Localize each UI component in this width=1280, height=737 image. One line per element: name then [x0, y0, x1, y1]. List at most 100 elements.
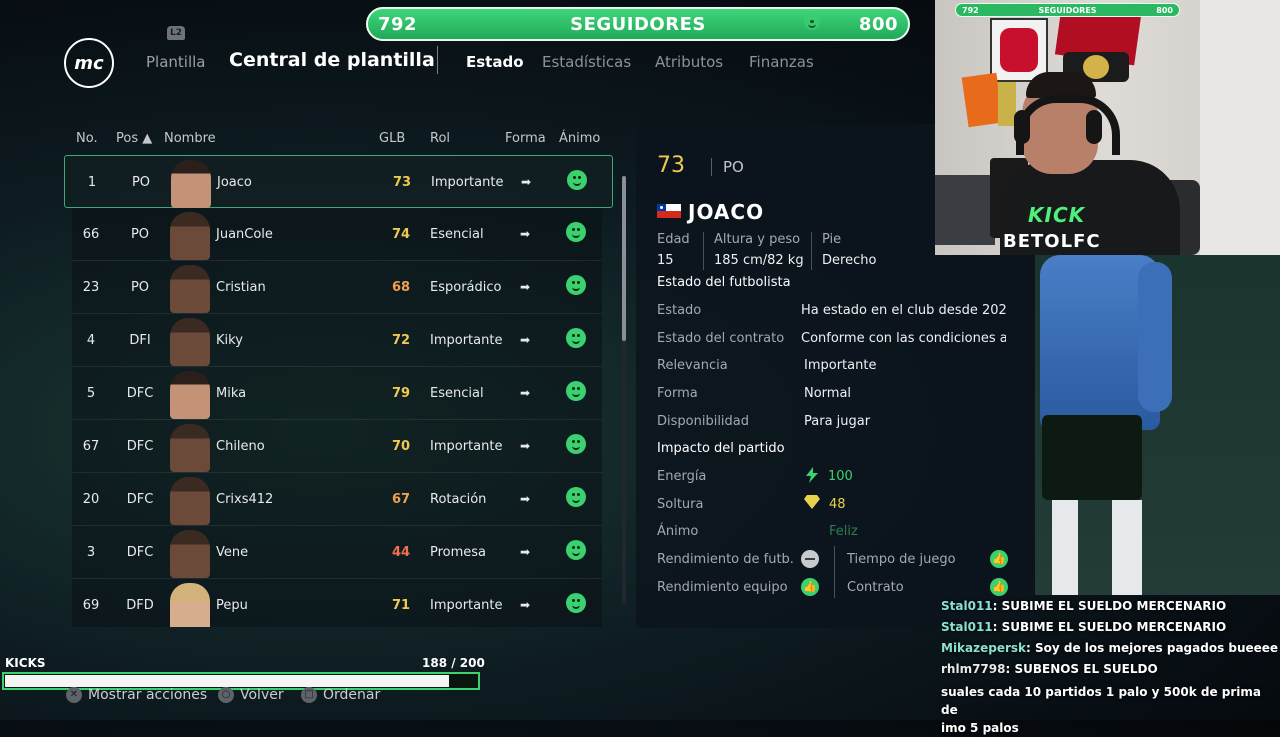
table-row[interactable]: 3 DFC Vene 44 Promesa ➡ [72, 526, 602, 579]
kicks-current: 188 [422, 656, 448, 670]
diamond-icon [804, 495, 820, 509]
detail-player-name: JOACO [688, 200, 765, 224]
player-avatar [170, 583, 210, 627]
chile-flag-icon [657, 204, 681, 218]
chat-user: Mikazepersk [941, 641, 1027, 655]
player-model-leg [1112, 500, 1142, 595]
column-header-animo[interactable]: Ánimo [559, 131, 600, 146]
form-arrow-icon: ➡ [520, 386, 531, 400]
table-scrollbar-thumb[interactable] [622, 176, 626, 341]
chat-scrolling-line: suales cada 10 partidos 1 palo y 500k de… [941, 685, 1262, 717]
chat-text: : Soy de los mejores pagados bueeee [1026, 641, 1279, 655]
player-position: PO [130, 280, 150, 295]
player-model-arm [1138, 262, 1172, 412]
happy-mood-icon [567, 170, 587, 190]
player-position: DFC [126, 439, 154, 454]
webcam-poster-frame [990, 18, 1048, 82]
player-role: Importante [430, 333, 503, 348]
column-header-name[interactable]: Nombre [164, 131, 216, 146]
table-row[interactable]: 4 DFI Kiky 72 Importante ➡ [72, 314, 602, 367]
availability-value: Para jugar [804, 414, 871, 429]
kick-logo: KICK [1028, 203, 1086, 227]
kicks-total: / 200 [451, 656, 485, 670]
player-model-leg [1052, 500, 1078, 595]
player-model-shorts [1042, 415, 1142, 500]
detail-divider [711, 158, 712, 176]
nav-plantilla[interactable]: Plantilla [146, 53, 206, 71]
player-avatar [171, 160, 211, 208]
mini-followers-label: SEGUIDORES [1038, 5, 1097, 15]
tab-finanzas[interactable]: Finanzas [749, 53, 814, 71]
column-header-rol[interactable]: Rol [430, 131, 450, 146]
form-arrow-icon: ➡ [520, 492, 531, 506]
mini-followers-current: 792 [962, 5, 979, 15]
tab-estadisticas[interactable]: Estadísticas [542, 53, 631, 71]
show-actions-button[interactable]: ✕ Mostrar acciones [66, 687, 207, 703]
headphone-earcup [1086, 110, 1102, 144]
player-rating: 73 [392, 175, 412, 190]
player-name: Cristian [216, 280, 266, 295]
nav-divider [437, 46, 438, 74]
headphones-icon [1016, 95, 1120, 155]
player-avatar [170, 530, 210, 578]
player-name: Mika [216, 386, 247, 401]
squad-table: 1 PO Joaco 73 Importante ➡ 66 PO JuanCol… [64, 155, 613, 627]
l2-button-icon: L2 [167, 26, 185, 40]
form-value: Normal [804, 386, 852, 401]
happy-mood-icon [566, 593, 586, 613]
relevance-label: Relevancia [657, 358, 728, 373]
football-performance-label: Rendimiento de futb. [657, 552, 794, 567]
chat-text: : SUBENOS EL SUELDO [1005, 662, 1158, 676]
player-name: Crixs412 [216, 492, 274, 507]
player-number: 20 [82, 492, 100, 507]
player-position: DFI [129, 333, 151, 348]
player-position: PO [130, 227, 150, 242]
square-button-icon: □ [301, 687, 317, 703]
circle-button-icon: ○ [218, 687, 234, 703]
table-row[interactable]: 20 DFC Crixs412 67 Rotación ➡ [72, 473, 602, 526]
table-row[interactable]: 1 PO Joaco 73 Importante ➡ [64, 155, 613, 208]
chat-text: : SUBIME EL SUELDO MERCENARIO [992, 599, 1227, 613]
neutral-minus-icon [801, 550, 819, 568]
height-weight-label: Altura y peso [714, 232, 801, 247]
followers-label: SEGUIDORES [570, 13, 706, 35]
form-label: Forma [657, 386, 698, 401]
player-role: Esencial [430, 227, 484, 242]
player-role: Promesa [430, 545, 487, 560]
back-button[interactable]: ○ Volver [218, 687, 284, 703]
player-number: 23 [82, 280, 100, 295]
column-header-no[interactable]: No. [76, 131, 98, 146]
happy-mood-icon [566, 434, 586, 454]
stat-divider [811, 232, 812, 270]
detail-rating: 73 [657, 153, 685, 178]
happy-mood-icon [566, 381, 586, 401]
happy-mood-icon [566, 540, 586, 560]
table-row[interactable]: 5 DFC Mika 79 Esencial ➡ [72, 367, 602, 420]
page-title: Central de plantilla [229, 49, 435, 71]
detail-position: PO [723, 158, 744, 176]
thumbs-up-icon: 👍 [990, 550, 1008, 568]
relevance-value: Importante [804, 358, 877, 373]
chat-message: Stal011: SUBIME EL SUELDO MERCENARIO [941, 596, 1280, 617]
stat-divider [703, 232, 704, 270]
column-header-forma[interactable]: Forma [505, 131, 546, 146]
sort-button[interactable]: □ Ordenar [301, 687, 380, 703]
playing-time-label: Tiempo de juego [847, 552, 956, 567]
happy-mood-icon [566, 275, 586, 295]
player-rating: 44 [391, 545, 411, 560]
tab-atributos[interactable]: Atributos [655, 53, 723, 71]
column-header-glb[interactable]: GLB [379, 131, 405, 146]
player-avatar [170, 477, 210, 525]
player-number: 1 [87, 175, 97, 190]
form-arrow-icon: ➡ [521, 175, 532, 189]
tab-estado[interactable]: Estado [466, 53, 524, 71]
mini-followers-bar: 792 SEGUIDORES 800 [955, 3, 1180, 17]
team-performance-label: Rendimiento equipo [657, 580, 788, 595]
player-name: Pepu [216, 598, 248, 613]
table-row[interactable]: 23 PO Cristian 68 Esporádico ➡ [72, 261, 602, 314]
column-header-pos[interactable]: Pos ▲ [116, 131, 152, 146]
table-row[interactable]: 69 DFD Pepu 71 Importante ➡ [72, 579, 602, 627]
table-row[interactable]: 67 DFC Chileno 70 Importante ➡ [72, 420, 602, 473]
table-row[interactable]: 66 PO JuanCole 74 Esencial ➡ [72, 208, 602, 261]
age-value: 15 [657, 253, 674, 268]
